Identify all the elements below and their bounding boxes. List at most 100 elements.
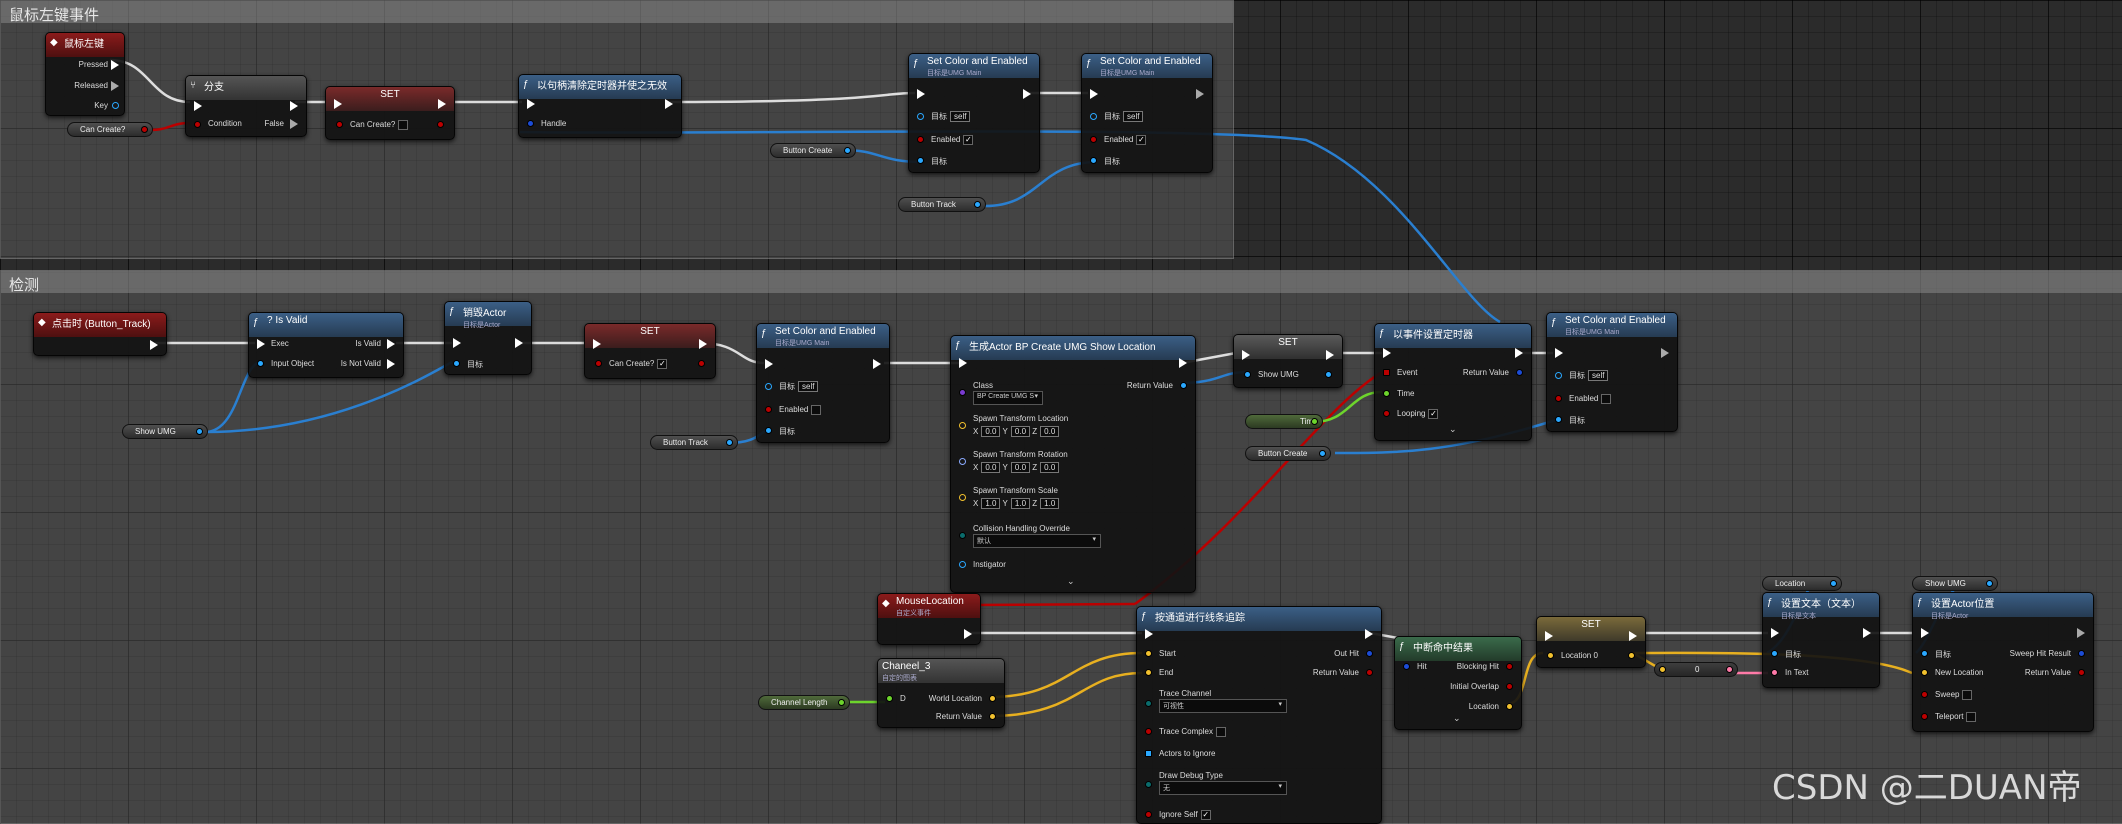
exec-in-pin[interactable]	[334, 99, 342, 109]
node-set-can-create[interactable]: SET Can Create?	[325, 86, 455, 140]
object-pin[interactable]	[196, 428, 203, 435]
ignore-self-pin[interactable]	[1145, 811, 1152, 818]
exec-out-pin[interactable]	[699, 339, 707, 349]
var-location[interactable]: Location	[1762, 576, 1842, 591]
key-pin[interactable]	[112, 102, 119, 109]
node-set-timer-event[interactable]: ƒ 以事件设置定时器 Event Return Value Time Loopin…	[1374, 323, 1532, 441]
scale-z-field[interactable]: 1.0	[1040, 498, 1060, 509]
enabled-pin[interactable]	[1555, 395, 1562, 402]
exec-in-pin[interactable]	[765, 359, 773, 369]
node-mouse-location-event[interactable]: ◆ MouseLocation 自定义事件	[877, 593, 981, 645]
class-select[interactable]: BP Create UMG S ▾	[973, 391, 1043, 405]
var-button-track[interactable]: Button Track	[898, 197, 986, 212]
input-object-pin[interactable]	[257, 360, 264, 367]
enabled-checkbox[interactable]	[1601, 394, 1612, 404]
end-pin[interactable]	[1145, 669, 1152, 676]
target2-pin[interactable]	[765, 427, 772, 434]
float-pin[interactable]	[1311, 418, 1318, 425]
exec-out-pin[interactable]	[438, 99, 446, 109]
exec-in-pin[interactable]	[1555, 348, 1563, 358]
node-branch[interactable]: ⑂ 分支 Condition False	[185, 75, 307, 137]
expand-chevron-icon[interactable]: ⌄	[1449, 424, 1457, 435]
exec-true-pin[interactable]	[290, 101, 298, 111]
exec-in-pin[interactable]	[453, 338, 461, 348]
node-clear-timer[interactable]: ƒ 以句柄清除定时器并使之无效 Handle	[518, 74, 682, 138]
return-value-pin[interactable]	[989, 713, 996, 720]
node-destroy-actor[interactable]: ƒ 销毁Actor 目标是Actor 目标	[444, 301, 532, 375]
object-pin[interactable]	[974, 201, 981, 208]
trace-complex-checkbox[interactable]	[1215, 727, 1226, 737]
class-pin[interactable]	[959, 389, 966, 396]
exec-out-pin[interactable]	[964, 629, 972, 639]
exec-not-valid-pin[interactable]	[387, 359, 395, 369]
scale-pin[interactable]	[959, 494, 966, 501]
object-in-pin[interactable]	[1244, 371, 1251, 378]
node-set-text[interactable]: ƒ 设置文本（文本） 目标是文本 目标 In Text	[1762, 592, 1880, 688]
rotation-z-field[interactable]: 0.0	[1040, 462, 1060, 473]
node-channel3[interactable]: Chaneel_3 自定的图表 D World Location Return V…	[877, 658, 1005, 728]
can-create-checkbox[interactable]: ✓	[657, 359, 668, 369]
location-x-field[interactable]: 0.0	[981, 426, 1001, 437]
exec-out-pin[interactable]	[1023, 89, 1031, 99]
self-field[interactable]: self	[798, 381, 819, 392]
time-pin[interactable]	[1383, 390, 1390, 397]
event-pin[interactable]	[1383, 369, 1390, 376]
self-field[interactable]: self	[1123, 111, 1144, 122]
sweep-pin[interactable]	[1921, 691, 1928, 698]
exec-out-pin[interactable]	[873, 359, 881, 369]
target-pin[interactable]	[765, 383, 772, 390]
rotation-x-field[interactable]: 0.0	[981, 462, 1001, 473]
hit-pin[interactable]	[1403, 663, 1410, 670]
bool-out-pin[interactable]	[698, 360, 705, 367]
draw-debug-select[interactable]: 无 ▾	[1159, 781, 1287, 795]
out-hit-pin[interactable]	[1366, 650, 1373, 657]
draw-debug-pin[interactable]	[1145, 781, 1152, 788]
teleport-checkbox[interactable]	[1966, 712, 1977, 722]
exec-out-pin[interactable]	[150, 340, 158, 350]
sweep-hit-pin[interactable]	[2078, 650, 2085, 657]
enabled-checkbox[interactable]	[811, 405, 822, 415]
exec-in-pin[interactable]	[1771, 628, 1779, 638]
node-set-location0[interactable]: SET Location 0	[1536, 616, 1646, 668]
var-show-umg[interactable]: Show UMG	[122, 424, 208, 439]
exec-out-pin[interactable]	[515, 338, 523, 348]
exec-in-pin[interactable]	[527, 99, 535, 109]
rotation-y-field[interactable]: 0.0	[1010, 462, 1031, 473]
instigator-pin[interactable]	[959, 561, 966, 568]
node-on-click-button-track[interactable]: ◆ 点击时 (Button_Track)	[33, 312, 167, 356]
exec-out-pin[interactable]	[1196, 89, 1204, 99]
exec-out-pin[interactable]	[1863, 628, 1871, 638]
collision-pin[interactable]	[959, 532, 966, 539]
exec-out-pin[interactable]	[1629, 631, 1637, 641]
object-pin[interactable]	[844, 147, 851, 154]
exec-out-pin[interactable]	[1179, 358, 1187, 368]
node-set-color-4[interactable]: ƒ Set Color and Enabled 目标是UMG Main 目标 self…	[1546, 312, 1678, 432]
var-button-create[interactable]: Button Create	[770, 143, 856, 158]
node-set-color-2[interactable]: ƒ Set Color and Enabled 目标是UMG Main 目标 self…	[1081, 53, 1213, 173]
target-pin[interactable]	[453, 360, 460, 367]
node-mouse-left[interactable]: ◆ 鼠标左键 Pressed Released Key	[45, 32, 125, 116]
exec-in-pin[interactable]	[1242, 350, 1250, 360]
exec-in-pin[interactable]	[917, 89, 925, 99]
ignore-self-checkbox[interactable]: ✓	[1200, 810, 1211, 820]
target-pin[interactable]	[917, 113, 924, 120]
enabled-pin[interactable]	[1090, 136, 1097, 143]
enabled-checkbox[interactable]: ✓	[1136, 135, 1147, 145]
can-create-checkbox[interactable]	[398, 120, 409, 130]
node-set-show-umg[interactable]: SET Show UMG	[1233, 334, 1343, 388]
node-set-actor-location[interactable]: ƒ 设置Actor位置 目标是Actor 目标 Sweep Hit Result N…	[1912, 592, 2094, 732]
bool-pin[interactable]	[141, 126, 148, 133]
enabled-pin[interactable]	[917, 136, 924, 143]
node-set-color-1[interactable]: ƒ Set Color and Enabled 目标是UMG Main 目标 self…	[908, 53, 1040, 173]
node-conv-to-text[interactable]: 0	[1654, 662, 1738, 677]
expand-chevron-icon[interactable]: ⌄	[1453, 713, 1461, 724]
target-pin[interactable]	[1090, 113, 1097, 120]
return-value-pin[interactable]	[1516, 369, 1523, 376]
bool-in-pin[interactable]	[595, 360, 602, 367]
object-pin[interactable]	[1986, 580, 1993, 587]
looping-checkbox[interactable]: ✓	[1428, 409, 1439, 419]
target2-pin[interactable]	[917, 157, 924, 164]
float-pin[interactable]	[838, 699, 845, 706]
node-spawn-actor[interactable]: ƒ 生成Actor BP Create UMG Show Location Cla…	[950, 335, 1196, 593]
exec-false-pin[interactable]	[290, 119, 298, 129]
